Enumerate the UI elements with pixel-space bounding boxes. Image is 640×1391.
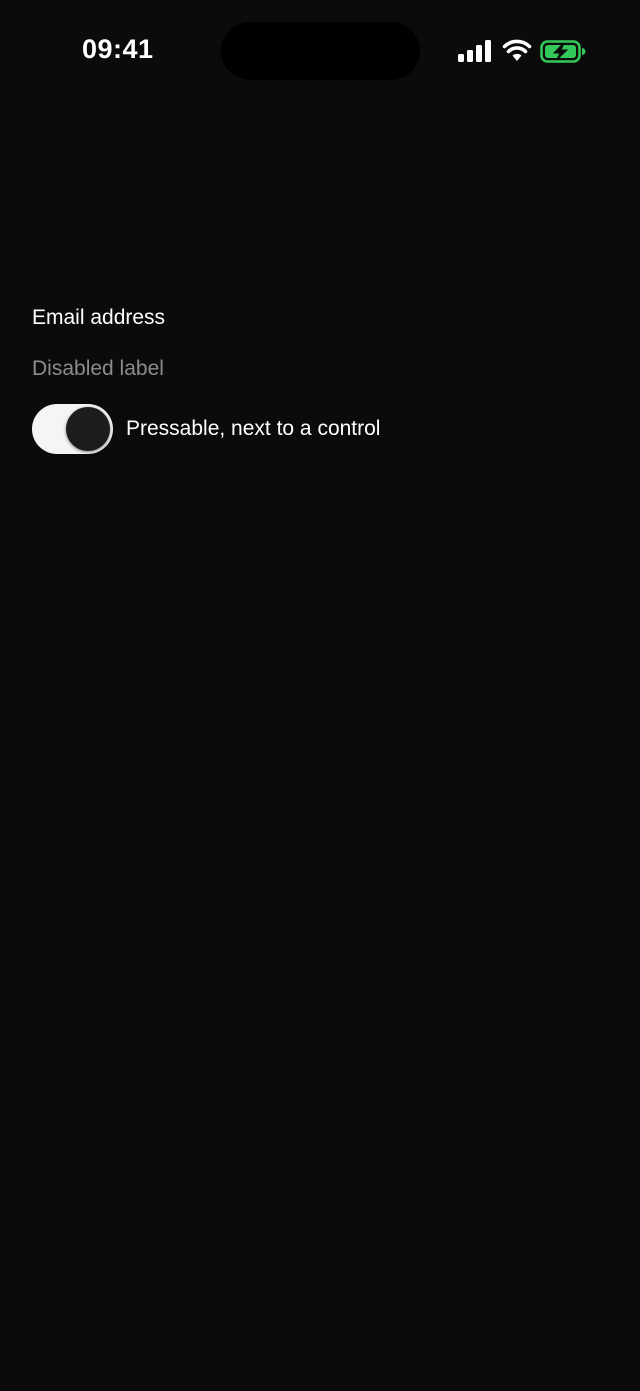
switch-label[interactable]: Pressable, next to a control: [126, 417, 380, 441]
disabled-label: Disabled label: [32, 357, 164, 380]
toggle-switch[interactable]: [32, 404, 113, 454]
email-label: Email address: [32, 306, 166, 329]
battery-charging-icon: [540, 40, 586, 63]
signal-icon: [458, 40, 491, 62]
status-bar: 09:41: [0, 0, 640, 104]
switch-knob: [66, 407, 110, 451]
dynamic-island: [221, 22, 420, 80]
wifi-icon: [502, 39, 532, 61]
status-time: 09:41: [82, 34, 154, 64]
pressable-switch-row[interactable]: Pressable, next to a control: [32, 404, 552, 454]
